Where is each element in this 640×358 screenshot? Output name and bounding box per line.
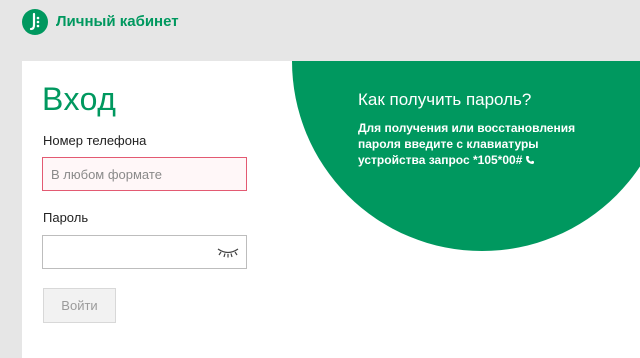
password-label: Пароль <box>43 210 89 225</box>
phone-icon <box>526 156 535 164</box>
login-button[interactable]: Войти <box>43 288 116 323</box>
login-card: Вход Номер телефона Пароль Войти Как пол… <box>22 61 640 358</box>
brand-title[interactable]: Личный кабинет <box>56 13 179 30</box>
help-line: Для получения или восстановления <box>358 121 576 135</box>
help-text: Для получения или восстановления пароля … <box>358 120 588 168</box>
login-title: Вход <box>42 81 117 117</box>
help-line-with-icon: устройства запрос *105*00# <box>358 152 588 168</box>
megafon-logo-icon[interactable] <box>22 9 48 35</box>
help-line: пароля введите с клавиатуры <box>358 137 539 151</box>
eye-closed-icon[interactable] <box>216 245 240 259</box>
phone-input[interactable] <box>42 157 247 191</box>
top-bar: Личный кабинет <box>0 0 640 48</box>
help-title: Как получить пароль? <box>358 90 532 109</box>
help-line: устройства запрос *105*00# <box>358 153 523 167</box>
phone-label: Номер телефона <box>43 133 147 148</box>
